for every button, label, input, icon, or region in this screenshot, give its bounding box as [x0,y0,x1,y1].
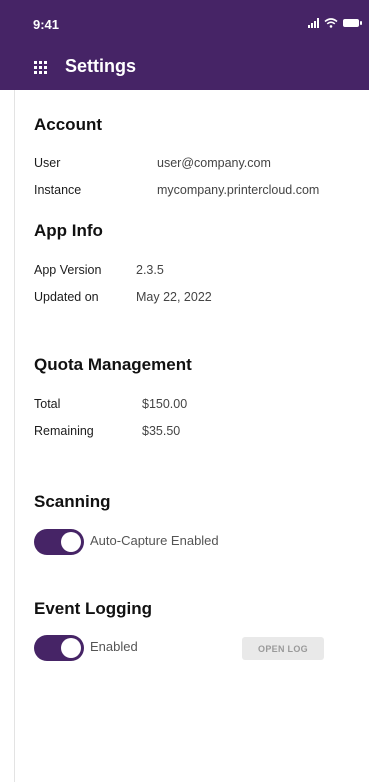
toggle-knob [61,532,81,552]
app-version-value: 2.3.5 [136,263,164,277]
app-bar: 9:41 Settings [0,0,369,90]
user-label: User [34,156,61,170]
total-label: Total [34,397,61,411]
battery-icon [343,19,362,27]
remaining-value: $35.50 [142,424,181,438]
status-icons [308,18,362,28]
status-time: 9:41 [33,17,60,32]
scanning-section-title: Scanning [34,492,111,511]
instance-label: Instance [34,183,82,197]
open-log-button[interactable]: OPEN LOG [242,637,324,660]
app-version-label: App Version [34,263,102,277]
content-left-border [14,90,15,782]
app-info-section-title: App Info [34,221,103,240]
toggle-knob [61,638,81,658]
total-value: $150.00 [142,397,188,411]
wifi-icon [324,18,338,28]
instance-value: mycompany.printercloud.com [157,183,320,197]
account-section-title: Account [34,115,102,134]
signal-icon [308,18,319,28]
user-value: user@company.com [157,156,271,170]
event-logging-toggle[interactable] [34,635,84,661]
grid-menu-icon[interactable] [34,61,47,74]
auto-capture-label: Auto-Capture Enabled [90,533,219,548]
auto-capture-toggle[interactable] [34,529,84,555]
updated-on-value: May 22, 2022 [136,290,212,304]
event-logging-section-title: Event Logging [34,599,153,618]
quota-section-title: Quota Management [34,355,192,374]
page-title: Settings [65,56,137,76]
updated-on-label: Updated on [34,290,99,304]
event-logging-enabled-label: Enabled [90,639,138,654]
remaining-label: Remaining [34,424,94,438]
